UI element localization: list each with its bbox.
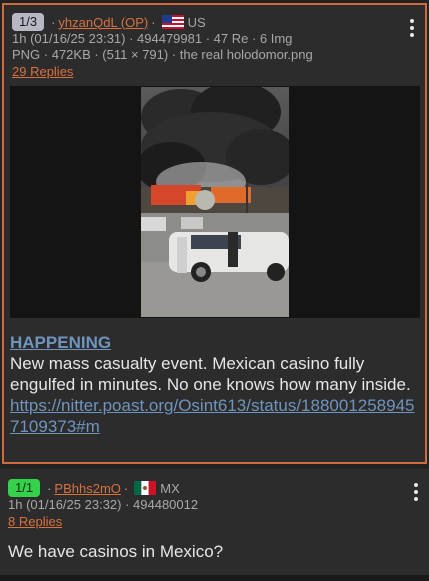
reply-post[interactable]: 1/1 · PBhhs2mO · MX 1h (01/16/25 23:32) … [0,469,429,575]
post-body: HAPPENING New mass casualty event. Mexic… [10,332,415,437]
post-text: We have casinos in Mexico? [8,542,224,561]
post-index-badge: 1/3 [12,13,45,31]
post-headline: HAPPENING [10,333,112,352]
replies-link[interactable]: 29 Replies [12,64,73,80]
post-header: 1/1 · PBhhs2mO · MX 1h (01/16/25 23:32) … [8,479,395,531]
post-header: 1/3 · yhzanQdL (OP) · US 1h (01/16/25 23… [12,13,391,81]
replies-link[interactable]: 8 Replies [8,514,62,530]
next-post-edge [0,575,429,581]
post-text: New mass casualty event. Mexican casino … [10,354,411,394]
post-link[interactable]: https://nitter.poast.org/Osint613/status… [10,395,415,437]
post-meta: 1h (01/16/25 23:31) · 494479981 · 47 Re … [12,31,293,46]
poster-country: US [187,14,206,30]
post-image[interactable] [141,87,289,317]
us-flag-icon [161,15,184,29]
separator: · [51,14,56,30]
more-vert-icon[interactable] [409,19,415,39]
op-post[interactable]: 1/3 · yhzanQdL (OP) · US 1h (01/16/25 23… [2,3,427,464]
separator: · [151,14,156,30]
post-image-container[interactable] [10,86,420,318]
mx-flag-icon [134,481,157,495]
poster-country: MX [160,480,180,496]
separator: · [47,480,52,496]
poster-username[interactable]: PBhhs2mO [54,481,120,496]
post-meta: 1h (01/16/25 23:32) · 494480012 [8,497,199,512]
poster-username[interactable]: yhzanQdL (OP) [58,15,148,30]
more-vert-icon[interactable] [413,483,419,503]
file-info[interactable]: PNG · 472KB · (511 × 791) · the real hol… [12,47,391,63]
separator: · [123,480,129,496]
post-index-badge: 1/1 [8,479,41,497]
